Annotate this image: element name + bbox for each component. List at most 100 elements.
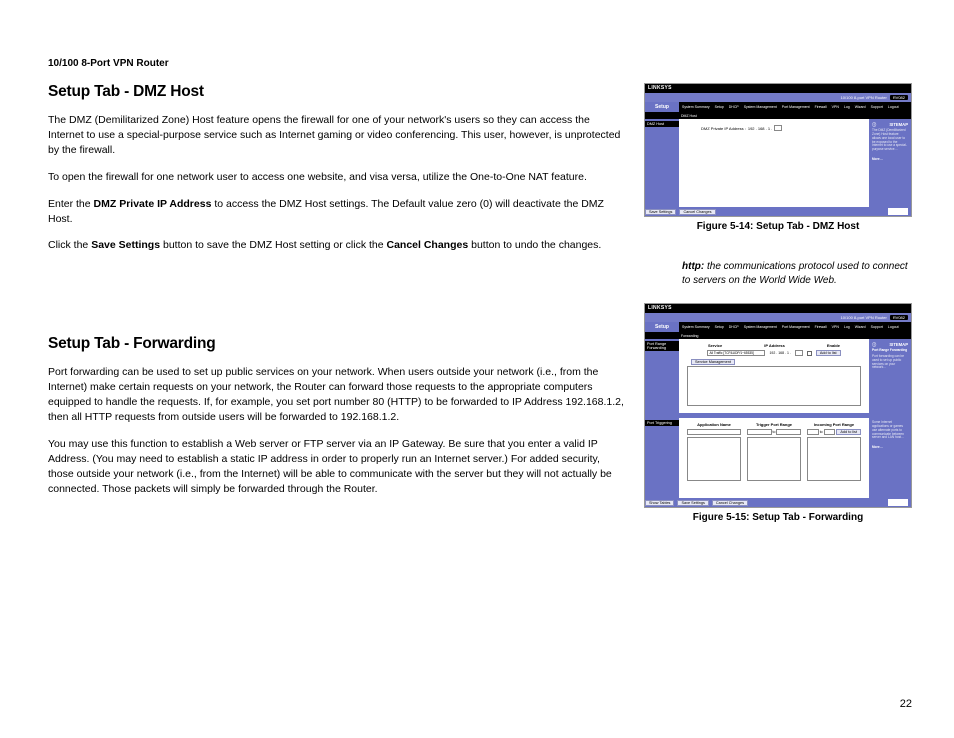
heading-dmz-host: Setup Tab - DMZ Host <box>48 83 626 101</box>
tab-item[interactable]: Port Management <box>782 325 810 329</box>
more-link[interactable]: More… <box>872 158 908 162</box>
add-to-list-button[interactable]: Add to list <box>816 350 841 356</box>
para-dmz-2: To open the firewall for one network use… <box>48 170 626 185</box>
trigger-range-list[interactable] <box>747 437 801 481</box>
bold-dmz-private-ip: DMZ Private IP Address <box>94 198 212 210</box>
to-label: to <box>773 430 776 434</box>
glossary-term: http: <box>682 261 704 272</box>
more-link[interactable]: More… <box>872 446 908 450</box>
tab-item[interactable]: Support <box>871 105 883 109</box>
title-bar: 10/100 8-port VPN Router RV082 <box>645 313 911 322</box>
ip-octet-input[interactable] <box>795 350 803 356</box>
tab-item[interactable]: Firewall <box>815 105 827 109</box>
figure-5-14-caption: Figure 5-14: Setup Tab - DMZ Host <box>644 221 912 232</box>
trigger-list-box[interactable] <box>687 437 741 481</box>
save-settings-button[interactable]: Save Settings <box>645 209 676 215</box>
service-select[interactable]: All Traffic [TCP&UDP/1~65535] <box>707 350 765 356</box>
tab-item[interactable]: System Summary <box>682 325 710 329</box>
tab-item[interactable]: DHCP <box>729 325 739 329</box>
tab-item[interactable]: Logout <box>888 325 899 329</box>
page-number: 22 <box>900 698 912 710</box>
show-tables-button[interactable]: Show Tables <box>645 500 674 506</box>
para-fwd-2: You may use this function to establish a… <box>48 437 626 497</box>
subtab-forwarding[interactable]: Forwarding <box>681 334 699 338</box>
cancel-changes-button[interactable]: Cancel Changes <box>679 209 715 215</box>
tab-item[interactable]: VPN <box>832 325 839 329</box>
glossary-http: http: the communications protocol used t… <box>682 260 912 287</box>
tab-item[interactable]: DHCP <box>729 105 739 109</box>
incoming-from-input[interactable] <box>807 429 819 435</box>
brand-bar: LINKSYS <box>645 304 911 313</box>
col-trigger-range: Trigger Port Range <box>756 422 792 427</box>
incoming-to-input[interactable] <box>824 429 836 435</box>
model-pill: RV082 <box>890 315 908 320</box>
content-area: DMZ Private IP Address : 192 . 168 . 1 . <box>679 119 869 207</box>
col-ip: IP Address <box>764 343 785 348</box>
enable-checkbox[interactable] <box>807 351 812 356</box>
router-title: 10/100 8-port VPN Router <box>841 315 887 320</box>
tab-item[interactable]: Logout <box>888 105 899 109</box>
text: button to save the DMZ Host setting or c… <box>160 239 386 251</box>
add-to-list-button[interactable]: Add to list <box>836 429 861 435</box>
text: Click the <box>48 239 91 251</box>
tab-item[interactable]: Log <box>844 325 850 329</box>
col-service: Service <box>708 343 722 348</box>
sitemap-label[interactable]: SITEMAP <box>889 122 908 127</box>
product-header: 10/100 8-Port VPN Router <box>48 58 912 69</box>
para-dmz-1: The DMZ (Demilitarized Zone) Host featur… <box>48 113 626 158</box>
text: Enter the <box>48 198 94 210</box>
port-range-area: Service IP Address Enable All Traffic [T… <box>679 339 869 413</box>
app-name-input[interactable] <box>687 429 741 435</box>
main-tabs: Setup System Summary Setup DHCP System M… <box>645 322 911 332</box>
trigger-to-input[interactable] <box>776 429 801 435</box>
service-management-button[interactable]: Service Management <box>691 359 735 365</box>
tab-item[interactable]: Setup <box>715 105 724 109</box>
dmz-ip-octet-input[interactable] <box>774 125 782 131</box>
para-fwd-1: Port forwarding can be used to set up pu… <box>48 365 626 425</box>
incoming-range-list[interactable] <box>807 437 861 481</box>
cisco-logo <box>888 499 908 506</box>
save-settings-button[interactable]: Save Settings <box>677 500 708 506</box>
section-label-dmz: DMZ Host <box>645 121 679 127</box>
bold-save-settings: Save Settings <box>91 239 160 251</box>
tab-item[interactable]: VPN <box>832 105 839 109</box>
model-pill: RV082 <box>890 95 908 100</box>
trigger-from-input[interactable] <box>747 429 772 435</box>
tab-item[interactable]: Setup <box>715 325 724 329</box>
left-column: Port Triggering <box>645 418 679 498</box>
para-dmz-4: Click the Save Settings button to save t… <box>48 238 626 253</box>
main-tabs: Setup System Summary Setup DHCP System M… <box>645 102 911 112</box>
help-text: Port forwarding can be used to set up pu… <box>872 355 908 370</box>
sitemap-label[interactable]: SITEMAP <box>889 342 908 347</box>
port-trigger-area: Application Name Trigger Port Range to <box>679 418 869 498</box>
info-icon: ⓘ <box>872 122 876 127</box>
tab-item[interactable]: Wizard <box>855 325 866 329</box>
tab-setup[interactable]: Setup <box>645 102 679 112</box>
glossary-definition: the communications protocol used to conn… <box>682 261 908 286</box>
sub-tabs: DMZ Host <box>645 112 911 119</box>
subtab-dmz-host[interactable]: DMZ Host <box>681 114 697 118</box>
forwarding-list-box[interactable] <box>687 366 861 406</box>
left-column: DMZ Host <box>645 119 679 207</box>
tab-setup[interactable]: Setup <box>645 322 679 332</box>
figure-5-15-thumbnail: LINKSYS 10/100 8-port VPN Router RV082 S… <box>644 303 912 508</box>
tab-item[interactable]: Wizard <box>855 105 866 109</box>
to-label: to <box>820 430 823 434</box>
section-label-port-range: Port Range Forwarding <box>645 341 679 351</box>
footer-bar: Show Tables Save Settings Cancel Changes <box>645 498 911 507</box>
tab-item[interactable]: Support <box>871 325 883 329</box>
tab-item[interactable]: System Management <box>744 325 777 329</box>
heading-forwarding: Setup Tab - Forwarding <box>48 335 626 353</box>
dmz-ip-label: DMZ Private IP Address : <box>701 126 746 131</box>
tab-item[interactable]: Firewall <box>815 325 827 329</box>
cancel-changes-button[interactable]: Cancel Changes <box>712 500 748 506</box>
sitemap-panel-lower: Some Internet applications or games use … <box>869 418 911 498</box>
sitemap-panel: ⓘSITEMAP Port Range Forwarding Port forw… <box>869 339 911 413</box>
tab-item[interactable]: System Management <box>744 105 777 109</box>
tab-item[interactable]: System Summary <box>682 105 710 109</box>
tab-item[interactable]: Log <box>844 105 850 109</box>
para-dmz-3: Enter the DMZ Private IP Address to acce… <box>48 197 626 227</box>
figure-column: LINKSYS 10/100 8-port VPN Router RV082 S… <box>644 83 912 523</box>
tab-item[interactable]: Port Management <box>782 105 810 109</box>
left-column: Port Range Forwarding <box>645 339 679 413</box>
